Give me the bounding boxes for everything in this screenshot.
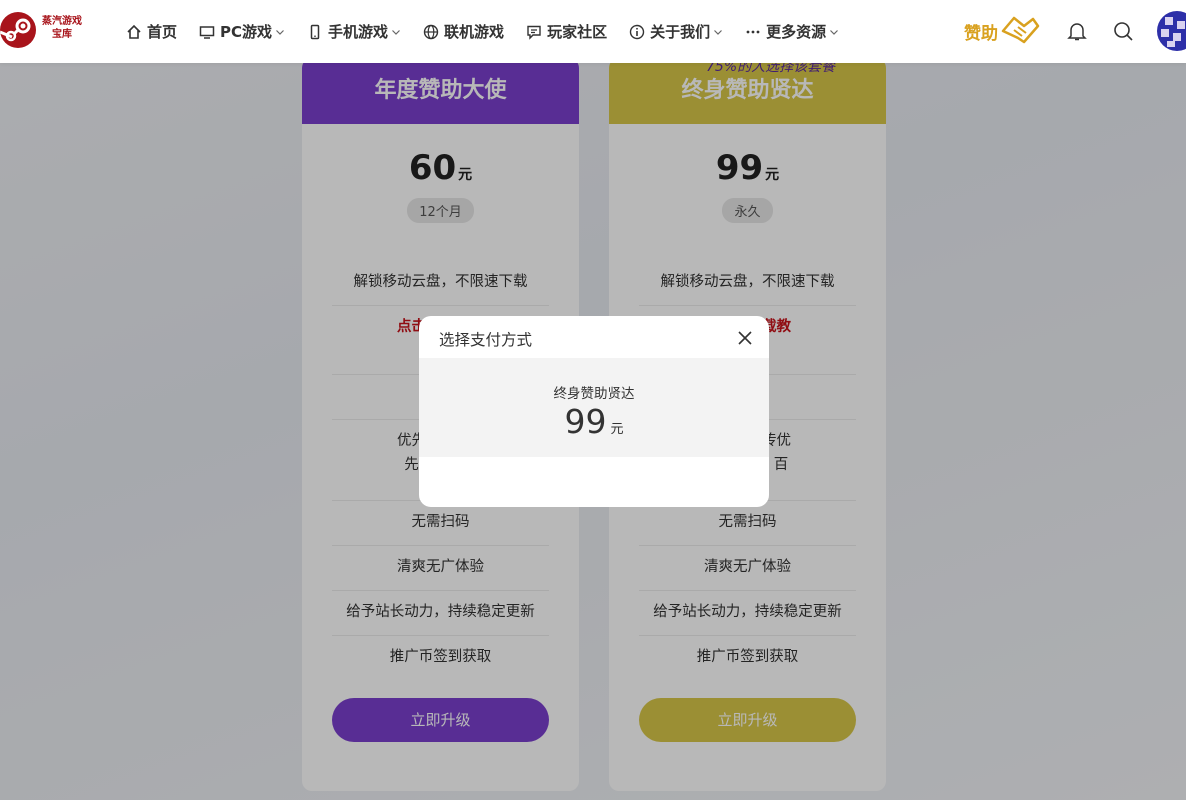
feature-item: 清爽无广体验	[639, 546, 856, 591]
globe-icon	[423, 24, 439, 39]
main-nav: 首页 PC游戏 手机游戏 联机游戏 玩家社区 关于我们 更多资源	[126, 0, 861, 63]
plan-price-unit: 元	[765, 167, 780, 183]
sponsor-link[interactable]: 赞助	[964, 14, 1040, 48]
chevron-down-icon	[830, 29, 839, 35]
monitor-icon	[199, 25, 215, 39]
upgrade-button[interactable]: 立即升级	[332, 698, 549, 742]
plan-period: 永久	[722, 198, 773, 223]
site-name: 蒸汽游戏 宝库	[40, 15, 84, 41]
nav-mobile-games[interactable]: 手机游戏	[307, 21, 401, 42]
feature-item: 给予站长动力，持续稳定更新	[639, 591, 856, 636]
feature-item: 推广币签到获取	[696, 649, 799, 665]
feature-item: 无需扫码	[332, 501, 549, 546]
plan-title: 年度赞助大使	[302, 58, 579, 124]
feature-item: 推广币签到获取	[389, 649, 492, 665]
nav-community[interactable]: 玩家社区	[526, 21, 607, 42]
feature-item: 清爽无广体验	[332, 546, 549, 591]
chat-icon	[527, 25, 541, 40]
chevron-down-icon	[714, 29, 723, 35]
plan-period: 12个月	[407, 198, 474, 223]
sponsor-label: 赞助	[964, 23, 998, 44]
plan-title: 终身赞助贤达	[681, 78, 814, 103]
nav-online-games-label: 联机游戏	[444, 23, 505, 41]
home-icon	[127, 24, 141, 39]
feature-item: 无需扫码	[639, 501, 856, 546]
search-icon[interactable]	[1112, 20, 1134, 42]
site-logo[interactable]: 蒸汽游戏 宝库	[0, 10, 90, 50]
info-icon	[629, 24, 645, 39]
nav-home-label: 首页	[147, 23, 178, 41]
chevron-down-icon	[276, 29, 284, 35]
plan-price-value: 60	[408, 148, 457, 188]
order-price: 99 元	[419, 402, 769, 441]
plan-price: 99 元	[609, 148, 886, 188]
order-product-name: 终身赞助贤达	[553, 386, 635, 402]
feature-item: 解锁移动云盘，不限速下载	[332, 261, 549, 306]
plan-price-unit: 元	[458, 167, 473, 183]
order-price-unit: 元	[610, 422, 624, 437]
nav-community-label: 玩家社区	[547, 23, 608, 41]
more-icon	[746, 30, 760, 33]
site-name-line2: 宝库	[52, 29, 72, 40]
nav-about[interactable]: 关于我们	[629, 21, 723, 42]
plan-price-value: 99	[715, 148, 764, 188]
nav-more-resources-label: 更多资源	[766, 23, 827, 41]
feature-item: 给予站长动力，持续稳定更新	[332, 591, 549, 636]
payment-method-dialog: 选择支付方式 终身赞助贤达 99 元	[419, 316, 769, 507]
nav-about-label: 关于我们	[650, 23, 711, 41]
site-header: 蒸汽游戏 宝库 首页 PC游戏 手机游戏 联机游戏 玩家社区 关于我们 更多资源…	[0, 0, 1186, 63]
nav-home[interactable]: 首页	[126, 21, 177, 42]
nav-online-games[interactable]: 联机游戏	[423, 21, 504, 42]
user-avatar[interactable]	[1157, 11, 1186, 51]
site-name-line1: 蒸汽游戏	[42, 16, 82, 27]
nav-pc-games[interactable]: PC游戏	[199, 21, 285, 42]
order-summary: 终身赞助贤达 99 元	[419, 358, 769, 457]
handshake-icon	[1001, 16, 1040, 44]
nav-mobile-games-label: 手机游戏	[328, 23, 389, 41]
bell-icon[interactable]	[1066, 20, 1088, 42]
steam-logo-icon	[0, 12, 36, 48]
nav-more-resources[interactable]: 更多资源	[745, 21, 839, 42]
close-icon[interactable]	[737, 330, 753, 346]
nav-pc-games-label: PC游戏	[220, 23, 273, 41]
order-price-value: 99	[564, 402, 607, 441]
plan-price: 60 元	[302, 148, 579, 188]
dialog-title: 选择支付方式	[439, 331, 533, 349]
feature-item: 解锁移动云盘，不限速下载	[639, 261, 856, 306]
chevron-down-icon	[392, 29, 400, 35]
upgrade-button[interactable]: 立即升级	[639, 698, 856, 742]
phone-icon	[310, 24, 320, 39]
